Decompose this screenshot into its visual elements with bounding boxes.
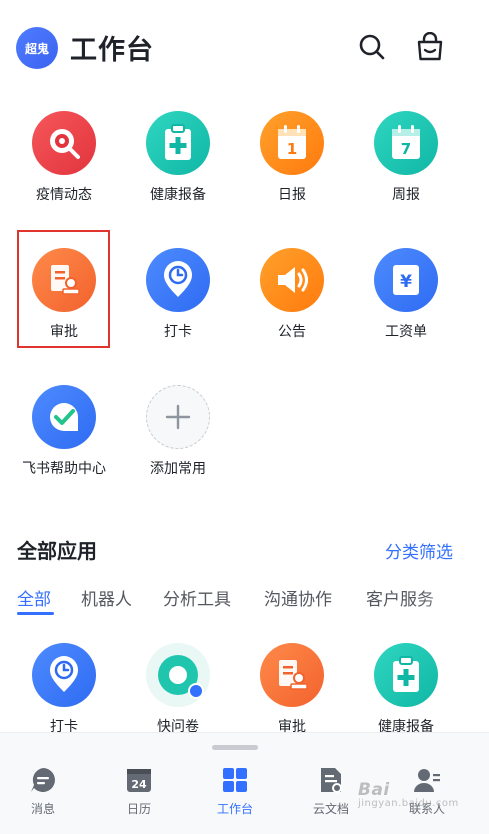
help-check-icon <box>32 385 96 449</box>
nav-label: 云文档 <box>312 802 349 816</box>
app-label: 添加常用 <box>150 461 206 477</box>
medical-clipboard-icon <box>374 643 438 707</box>
avatar-text: 超鬼 <box>24 41 49 56</box>
chat-icon <box>31 768 55 792</box>
grid-icon <box>223 768 247 792</box>
approval-icon <box>260 643 324 707</box>
watermark-sub: jingyan.baidu.com <box>358 798 459 809</box>
document-icon <box>321 768 342 793</box>
app-weekly-report[interactable]: 7 周报 <box>350 111 462 221</box>
header: 超鬼 工作台 <box>0 0 489 96</box>
nav-label: 消息 <box>30 802 55 816</box>
app-label: 公告 <box>278 324 306 340</box>
svg-text:7: 7 <box>401 140 411 158</box>
plus-icon <box>146 385 210 449</box>
app-daily-report[interactable]: 1 日报 <box>236 111 348 221</box>
highlight-box <box>17 230 110 348</box>
calendar-1-icon: 1 <box>260 111 324 175</box>
shopping-bag-icon <box>417 32 443 61</box>
tab-collaboration[interactable]: 沟通协作 <box>264 585 332 610</box>
svg-text:1: 1 <box>287 140 297 158</box>
app-label: 周报 <box>392 187 420 203</box>
app-store-button[interactable] <box>413 30 447 64</box>
tab-fade <box>419 580 489 620</box>
nav-calendar[interactable]: 24 日历 <box>99 766 179 817</box>
svg-text:¥: ¥ <box>400 272 412 292</box>
medical-clipboard-icon <box>146 111 210 175</box>
survey-icon <box>146 643 210 707</box>
search-button[interactable] <box>355 30 389 64</box>
nav-label: 工作台 <box>216 802 253 816</box>
category-filter-link[interactable]: 分类筛选 <box>385 538 453 563</box>
app-payslip[interactable]: ¥ 工资单 <box>350 248 462 358</box>
tab-analytics[interactable]: 分析工具 <box>163 585 231 610</box>
tab-all[interactable]: 全部 <box>17 585 51 610</box>
nav-label: 日历 <box>126 802 151 816</box>
app-health-report[interactable]: 健康报备 <box>122 111 234 221</box>
app-label: 日报 <box>278 187 306 203</box>
watermark-text: Bai <box>358 780 390 800</box>
drag-handle[interactable] <box>212 745 258 750</box>
search-icon <box>359 34 385 60</box>
calendar-7-icon: 7 <box>374 111 438 175</box>
app-label: 飞书帮助中心 <box>22 461 106 477</box>
tab-underline <box>17 612 54 615</box>
virus-icon <box>32 111 96 175</box>
speaker-icon <box>260 248 324 312</box>
clock-pin-icon <box>146 248 210 312</box>
clock-pin-icon <box>32 643 96 707</box>
app-label: 打卡 <box>164 324 192 340</box>
app-label: 健康报备 <box>150 187 206 203</box>
page-title: 工作台 <box>70 35 154 66</box>
section-title: 全部应用 <box>17 539 97 563</box>
nav-messages[interactable]: 消息 <box>3 766 83 817</box>
app-label: 工资单 <box>385 324 427 340</box>
nav-workplace[interactable]: 工作台 <box>195 766 275 817</box>
app-clock-in[interactable]: 打卡 <box>122 248 234 358</box>
app-announcement[interactable]: 公告 <box>236 248 348 358</box>
svg-text:24: 24 <box>131 778 147 791</box>
app-label: 疫情动态 <box>36 187 92 203</box>
app-epidemic[interactable]: 疫情动态 <box>8 111 120 221</box>
app-help-center[interactable]: 飞书帮助中心 <box>8 385 120 495</box>
yen-card-icon: ¥ <box>374 248 438 312</box>
category-tabs: 全部 机器人 分析工具 沟通协作 客户服务 <box>0 580 489 620</box>
tab-robots[interactable]: 机器人 <box>81 585 132 610</box>
calendar-icon: 24 <box>127 769 151 792</box>
avatar[interactable]: 超鬼 <box>16 27 58 69</box>
add-favorite-button[interactable]: 添加常用 <box>122 385 234 495</box>
watermark: Bai jingyan.baidu.com <box>358 780 459 809</box>
